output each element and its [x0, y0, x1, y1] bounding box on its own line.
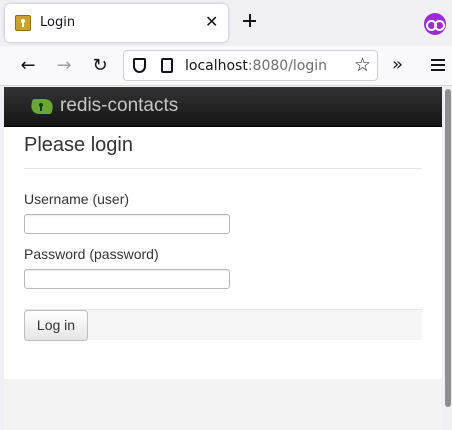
- new-tab-plus-icon[interactable]: [240, 11, 260, 31]
- lock-favicon-icon: [15, 15, 31, 31]
- close-tab-icon[interactable]: ✕: [205, 13, 218, 31]
- page-viewport: redis-contacts Please login Username (us…: [4, 87, 442, 430]
- password-label: Password (password): [24, 246, 159, 262]
- username-input[interactable]: [24, 214, 230, 234]
- back-arrow-icon[interactable]: ←: [16, 54, 40, 78]
- hamburger-menu-icon[interactable]: [431, 59, 445, 71]
- chevron-double-right-icon[interactable]: »: [392, 54, 403, 76]
- login-button[interactable]: Log in: [24, 310, 88, 341]
- url-text[interactable]: localhost:8080/login: [185, 58, 327, 74]
- url-host: localhost: [185, 58, 248, 74]
- heading-divider: [24, 168, 422, 169]
- bookmark-star-icon[interactable]: ☆: [354, 54, 371, 76]
- app-navbar: redis-contacts: [4, 87, 442, 127]
- navigation-toolbar: ← → ↻ localhost:8080/login ☆ »: [0, 46, 452, 86]
- tab-title: Login: [40, 15, 76, 30]
- scrollbar-thumb[interactable]: [445, 89, 451, 407]
- page-info-icon[interactable]: [161, 58, 173, 73]
- url-path: :8080/login: [247, 58, 328, 74]
- reload-icon[interactable]: ↻: [88, 54, 112, 78]
- username-label: Username (user): [24, 191, 130, 207]
- browser-tab[interactable]: Login ✕: [5, 4, 228, 42]
- redis-leaf-logo-icon[interactable]: [29, 98, 55, 115]
- password-input[interactable]: [24, 269, 230, 289]
- forward-arrow-icon[interactable]: →: [52, 54, 76, 78]
- page-title: Please login: [24, 134, 133, 156]
- vertical-scrollbar[interactable]: [444, 87, 452, 430]
- tab-strip: Login ✕: [0, 0, 452, 46]
- private-browsing-icon[interactable]: [424, 13, 446, 35]
- page-body: redis-contacts Please login Username (us…: [4, 87, 442, 379]
- brand-link[interactable]: redis-contacts: [60, 95, 178, 117]
- shield-icon[interactable]: [133, 58, 146, 73]
- form-actions: Log in: [24, 309, 422, 341]
- address-bar[interactable]: localhost:8080/login ☆: [123, 50, 378, 81]
